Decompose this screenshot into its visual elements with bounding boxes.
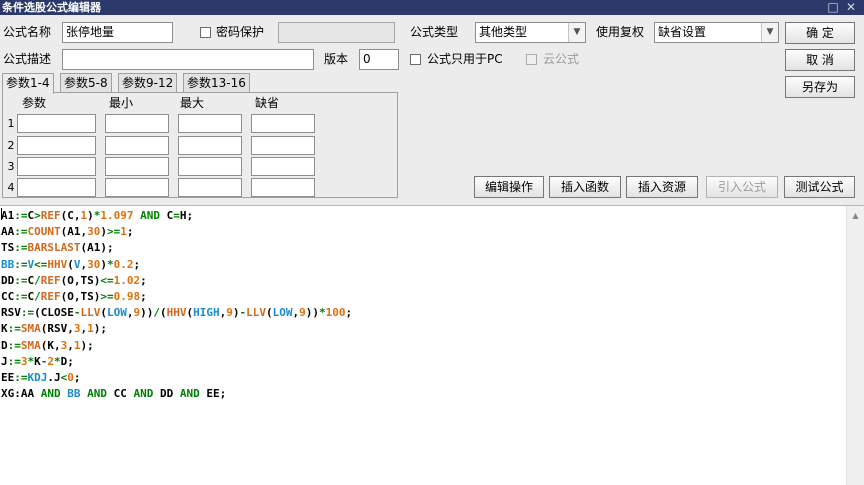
- formula-desc-input[interactable]: [62, 49, 314, 70]
- param-4-name-cell[interactable]: [17, 178, 96, 197]
- formula-name-input[interactable]: 张停地量: [62, 22, 173, 43]
- formula-type-select[interactable]: 其他类型 ▼: [475, 22, 586, 43]
- param-2-name-cell[interactable]: [17, 136, 96, 155]
- param-row-number: 3: [7, 160, 15, 173]
- formula-desc-label: 公式描述: [3, 52, 52, 66]
- code-line: J:=3*K-2*D;: [1, 354, 74, 368]
- param-2-min-cell[interactable]: [105, 136, 169, 155]
- chevron-down-icon[interactable]: ▼: [761, 23, 778, 42]
- save-as-button[interactable]: 另存为: [785, 76, 855, 98]
- code-line: DD:=C/REF(O,TS)<=1.02;: [1, 273, 147, 287]
- param-4-max-cell[interactable]: [178, 178, 242, 197]
- param-header-min: 最小: [109, 96, 134, 110]
- param-row-number: 4: [7, 181, 15, 194]
- close-icon[interactable]: ✕: [844, 0, 858, 15]
- title-bar: 条件选股公式编辑器 □ ✕: [0, 0, 864, 15]
- param-header-max: 最大: [180, 96, 205, 110]
- cloud-checkbox[interactable]: [526, 54, 537, 65]
- ok-button[interactable]: 确 定: [785, 22, 855, 44]
- pc-only-checkbox[interactable]: [410, 54, 421, 65]
- param-1-name-cell[interactable]: [17, 114, 96, 133]
- formula-name-label: 公式名称: [3, 25, 52, 39]
- test-formula-button[interactable]: 测试公式: [784, 176, 855, 198]
- cloud-label: 云公式: [543, 52, 580, 66]
- param-grid: 参数 最小 最大 缺省 1 2 3 4: [2, 92, 398, 198]
- rights-select[interactable]: 缺省设置 ▼: [654, 22, 779, 43]
- param-header-name: 参数: [22, 96, 47, 110]
- param-3-name-cell[interactable]: [17, 157, 96, 176]
- param-4-default-cell[interactable]: [251, 178, 315, 197]
- param-header-default: 缺省: [255, 96, 280, 110]
- version-label: 版本: [324, 52, 349, 66]
- tab-params-1-4[interactable]: 参数1-4: [2, 73, 54, 94]
- code-line: AA:=COUNT(A1,30)>=1;: [1, 225, 134, 239]
- param-2-max-cell[interactable]: [178, 136, 242, 155]
- window-title: 条件选股公式编辑器: [2, 1, 101, 14]
- code-line: K:=SMA(RSV,3,1);: [1, 322, 107, 336]
- insert-function-button[interactable]: 插入函数: [549, 176, 621, 198]
- version-input[interactable]: 0: [359, 49, 399, 70]
- formula-code-editor[interactable]: A1:=C>REF(C,1)*1.097 AND C=H; AA:=COUNT(A…: [0, 205, 864, 485]
- tab-params-9-12[interactable]: 参数9-12: [118, 73, 178, 93]
- rights-label: 使用复权: [596, 25, 645, 39]
- password-label: 密码保护: [216, 25, 265, 39]
- formula-type-value: 其他类型: [479, 25, 528, 39]
- minimize-icon[interactable]: □: [826, 0, 840, 15]
- rights-value: 缺省设置: [658, 25, 707, 39]
- formula-type-label: 公式类型: [410, 25, 459, 39]
- code-line: EE:=KDJ.J<0;: [1, 371, 81, 385]
- code-line: BB:=V<=HHV(V,30)*0.2;: [1, 257, 141, 271]
- param-3-max-cell[interactable]: [178, 157, 242, 176]
- param-1-min-cell[interactable]: [105, 114, 169, 133]
- code-line: XG:AA AND BB AND CC AND DD AND EE;: [1, 387, 227, 401]
- insert-resource-button[interactable]: 插入资源: [626, 176, 698, 198]
- formula-settings-panel: 公式名称 张停地量 密码保护 公式类型 其他类型 ▼ 使用复权 缺省设置 ▼ 确…: [0, 15, 864, 205]
- chevron-down-icon[interactable]: ▼: [568, 23, 585, 42]
- cancel-button[interactable]: 取 消: [785, 49, 855, 71]
- scroll-up-icon[interactable]: ▲: [847, 210, 864, 222]
- param-3-min-cell[interactable]: [105, 157, 169, 176]
- code-line: D:=SMA(K,3,1);: [1, 338, 94, 352]
- vertical-scrollbar[interactable]: ▲: [846, 206, 864, 485]
- code-line: RSV:=(CLOSE-LLV(LOW,9))/(HHV(HIGH,9)-LLV…: [1, 306, 353, 320]
- param-1-max-cell[interactable]: [178, 114, 242, 133]
- password-input[interactable]: [278, 22, 395, 43]
- password-checkbox[interactable]: [200, 27, 211, 38]
- param-2-default-cell[interactable]: [251, 136, 315, 155]
- tab-params-13-16[interactable]: 参数13-16: [183, 73, 250, 93]
- param-row-number: 1: [7, 117, 15, 130]
- code-line: CC:=C/REF(O,TS)>=0.98;: [1, 290, 147, 304]
- pc-only-label: 公式只用于PC: [427, 52, 503, 66]
- param-3-default-cell[interactable]: [251, 157, 315, 176]
- formula-code-text[interactable]: A1:=C>REF(C,1)*1.097 AND C=H; AA:=COUNT(A…: [1, 208, 352, 402]
- edit-operations-button[interactable]: 编辑操作: [474, 176, 544, 198]
- param-1-default-cell[interactable]: [251, 114, 315, 133]
- tab-params-5-8[interactable]: 参数5-8: [60, 73, 112, 93]
- import-formula-button[interactable]: 引入公式: [706, 176, 778, 198]
- param-row-number: 2: [7, 139, 15, 152]
- code-line: A1:=C>REF(C,1)*1.097 AND C=H;: [1, 208, 194, 222]
- param-4-min-cell[interactable]: [105, 178, 169, 197]
- code-line: TS:=BARSLAST(A1);: [1, 241, 114, 255]
